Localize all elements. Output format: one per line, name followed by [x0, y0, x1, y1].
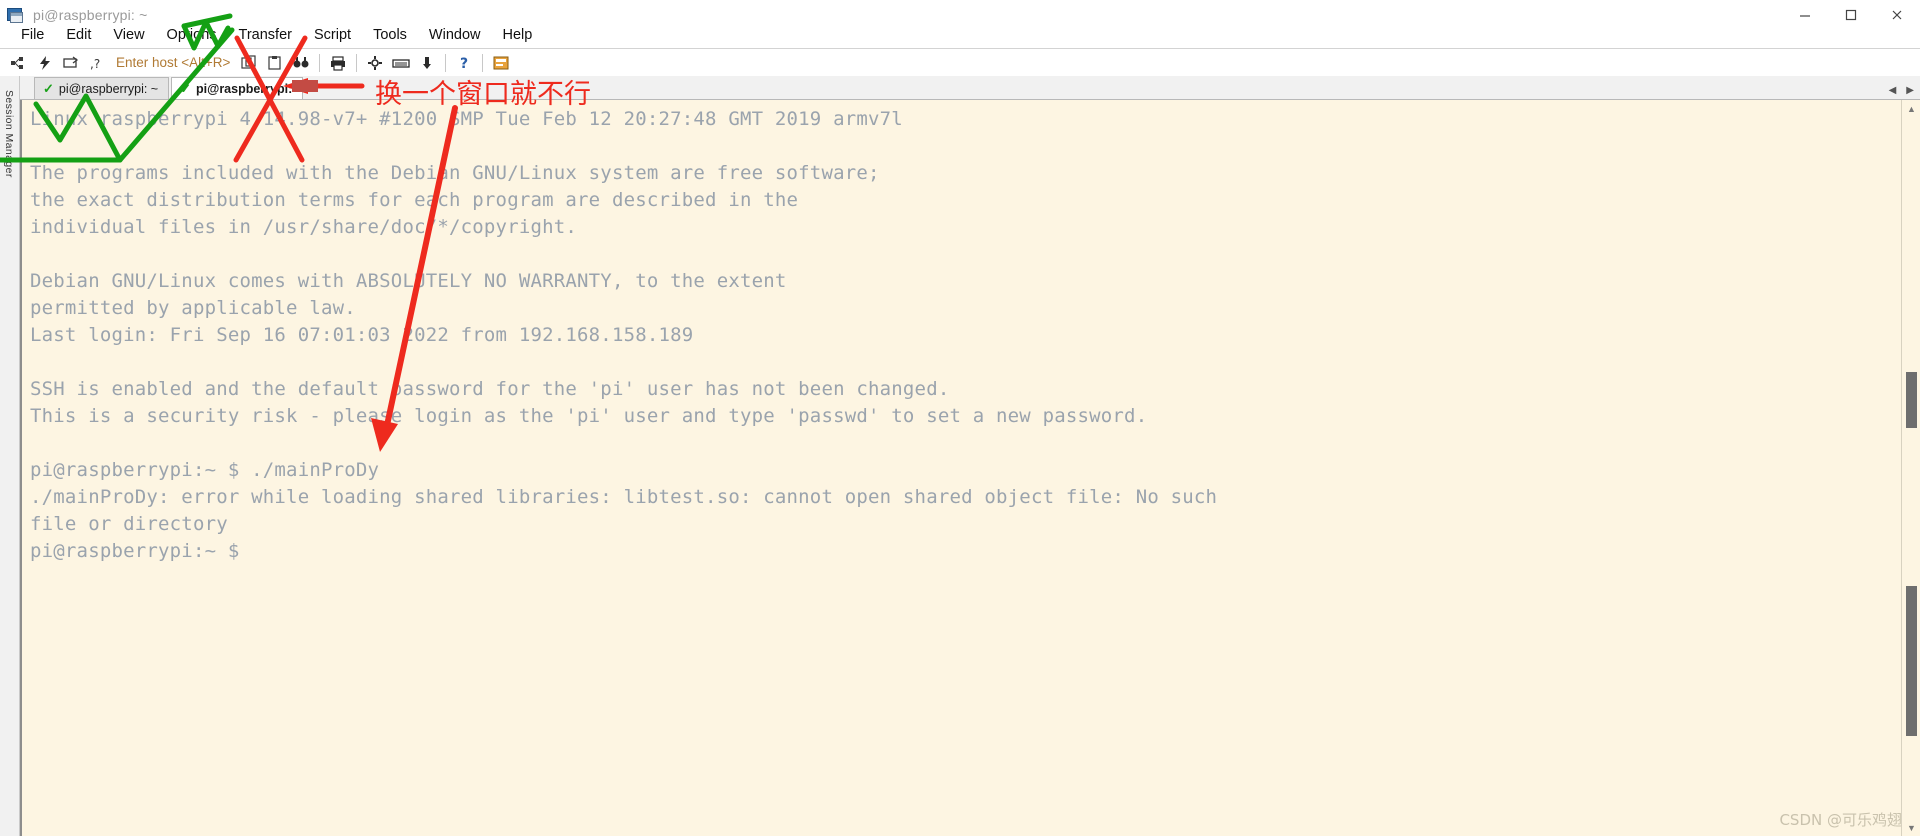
print-icon[interactable]	[326, 51, 350, 75]
terminal-line: individual files in /usr/share/doc/*/cop…	[30, 216, 578, 238]
menu-item-options[interactable]: Options	[156, 25, 228, 45]
menu-item-edit[interactable]: Edit	[55, 25, 102, 45]
connect-sftp-icon[interactable]: ,?	[85, 51, 109, 75]
connected-check-icon: ✓	[180, 80, 192, 96]
svg-text:?: ?	[460, 56, 468, 71]
host-input[interactable]: Enter host <Alt+R>	[116, 55, 230, 70]
scroll-down-icon[interactable]: ▼	[1905, 821, 1918, 834]
terminal-line: the exact distribution terms for each pr…	[30, 189, 799, 211]
help-icon[interactable]: ?	[452, 51, 476, 75]
tab-session-2-label: pi@raspberrypi:	[196, 81, 293, 96]
csdn-watermark: CSDN @可乐鸡翅	[1779, 811, 1902, 829]
terminal-scrollbar[interactable]: ▲ ▼	[1901, 100, 1920, 836]
menu-item-script[interactable]: Script	[303, 25, 362, 45]
terminal-line: pi@raspberrypi:~ $ ./mainProDy	[30, 459, 380, 481]
terminal-line: Debian GNU/Linux comes with ABSOLUTELY N…	[30, 270, 787, 292]
terminal-line: This is a security risk - please login a…	[30, 405, 1148, 427]
menu-item-tools[interactable]: Tools	[362, 25, 418, 45]
menu-item-file[interactable]: File	[10, 25, 55, 45]
menu-bar: File Edit View Options Transfer Script T…	[0, 22, 1920, 48]
terminal-line: The programs included with the Debian GN…	[30, 162, 880, 184]
menu-item-help[interactable]: Help	[492, 25, 544, 45]
toolbar-separator	[356, 53, 358, 72]
connect-in-tab-icon[interactable]	[59, 51, 83, 75]
toolbar-separator	[319, 53, 321, 72]
terminal-line: ./mainProDy: error while loading shared …	[30, 486, 1218, 508]
app-window: pi@raspberrypi: ~ File Edit View Options…	[0, 0, 1920, 836]
terminal-line: SSH is enabled and the default password …	[30, 378, 950, 400]
terminal-line: Linux raspberrypi 4.14.98-v7+ #1200 SMP …	[30, 108, 903, 130]
terminal-line: file or directory	[30, 513, 228, 535]
chat-window-icon[interactable]	[489, 51, 513, 75]
tab-scroll-left-icon[interactable]: ◀	[1889, 85, 1897, 96]
tab-scroll-right-icon[interactable]: ▶	[1906, 85, 1914, 96]
log-session-icon[interactable]	[415, 51, 439, 75]
paste-icon[interactable]	[263, 51, 287, 75]
toolbar-separator	[482, 53, 484, 72]
tab-session-1-label: pi@raspberrypi: ~	[58, 81, 159, 96]
quick-connect-icon[interactable]	[33, 51, 57, 75]
tab-scroll-controls: ◀ ▶	[1889, 85, 1914, 96]
terminal-line: Last login: Fri Sep 16 07:01:03 2022 fro…	[30, 324, 694, 346]
session-options-icon[interactable]	[363, 51, 387, 75]
scrollbar-thumb-upper[interactable]	[1906, 372, 1917, 428]
svg-text:,?: ,?	[90, 57, 100, 71]
scroll-up-icon[interactable]: ▲	[1905, 102, 1918, 115]
menu-item-window[interactable]: Window	[418, 25, 492, 45]
session-manager-label: Session Manager	[3, 90, 15, 178]
tab-session-1[interactable]: ✓ pi@raspberrypi: ~	[34, 77, 170, 99]
menu-item-view[interactable]: View	[102, 25, 155, 45]
toolbar: ,? Enter host <Alt+R> ?	[0, 48, 1920, 76]
find-icon[interactable]	[289, 51, 313, 75]
connect-icon[interactable]	[7, 51, 31, 75]
terminal-output[interactable]: Linux raspberrypi 4.14.98-v7+ #1200 SMP …	[20, 100, 1901, 836]
session-manager-strip[interactable]: Session Manager	[0, 76, 20, 836]
toolbar-separator	[445, 53, 447, 72]
terminal-line: pi@raspberrypi:~ $	[30, 540, 240, 562]
window-title: pi@raspberrypi: ~	[33, 7, 148, 23]
connected-check-icon: ✓	[43, 80, 54, 96]
scrollbar-thumb-lower[interactable]	[1906, 586, 1917, 736]
keymap-editor-icon[interactable]	[389, 51, 413, 75]
clone-session-icon[interactable]	[237, 51, 261, 75]
tab-session-2[interactable]: ✓ pi@raspberrypi:	[171, 77, 304, 99]
menu-item-transfer[interactable]: Transfer	[228, 25, 303, 45]
tab-bar: ✓ pi@raspberrypi: ~ ✓ pi@raspberrypi: ◀ …	[20, 76, 1920, 100]
terminal-line: permitted by applicable law.	[30, 297, 356, 319]
